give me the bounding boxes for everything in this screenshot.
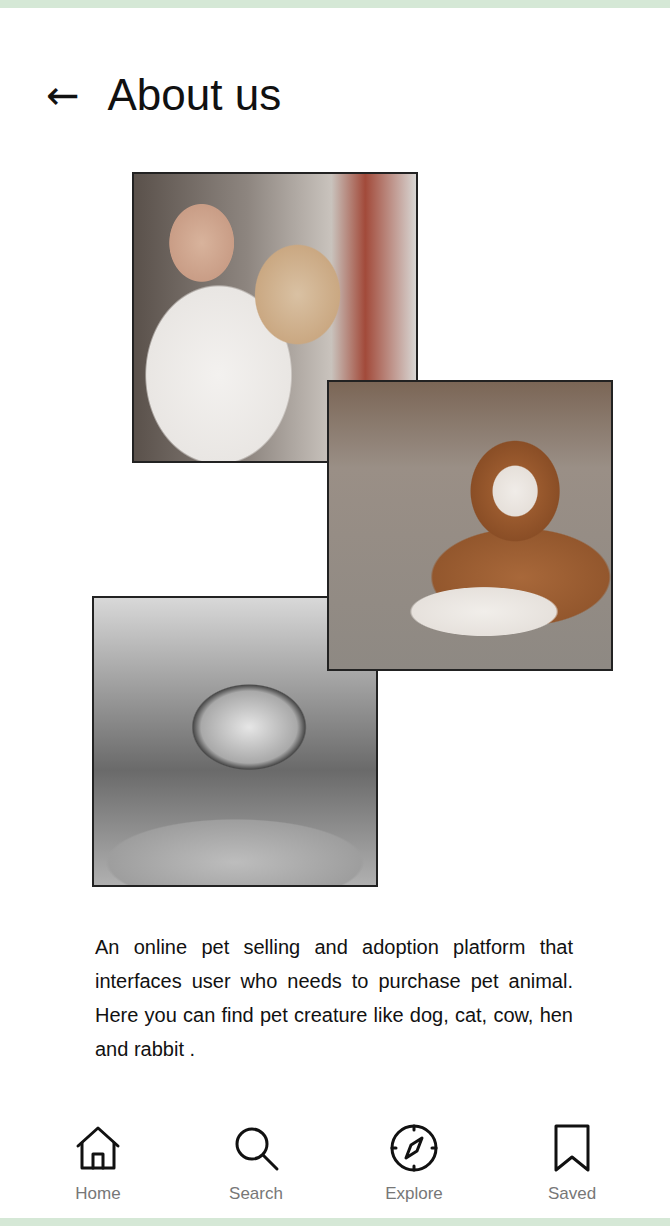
boxer-puppy-photo	[327, 380, 613, 671]
bottom-strip	[0, 1218, 670, 1226]
nav-item[interactable]: Home	[19, 1120, 177, 1206]
description: An online pet selling and adoption platf…	[0, 930, 670, 1066]
nav-item[interactable]: Search	[177, 1120, 335, 1206]
nav-label: Search	[229, 1182, 283, 1206]
header: ← About us	[0, 8, 670, 121]
nav-item[interactable]: Saved	[493, 1120, 651, 1206]
back-button[interactable]: ←	[46, 69, 80, 121]
top-strip	[0, 0, 670, 8]
compass-icon	[386, 1120, 442, 1176]
bottom-nav: Home Search Explore Saved	[0, 1120, 670, 1206]
photo-collage	[0, 172, 670, 887]
nav-item[interactable]: Explore	[335, 1120, 493, 1206]
nav-label: Home	[75, 1182, 120, 1206]
bookmark-icon	[544, 1120, 600, 1176]
nav-label: Explore	[385, 1182, 443, 1206]
nav-label: Saved	[548, 1182, 596, 1206]
home-icon	[70, 1120, 126, 1176]
page-title: About us	[108, 69, 282, 121]
search-icon	[228, 1120, 284, 1176]
